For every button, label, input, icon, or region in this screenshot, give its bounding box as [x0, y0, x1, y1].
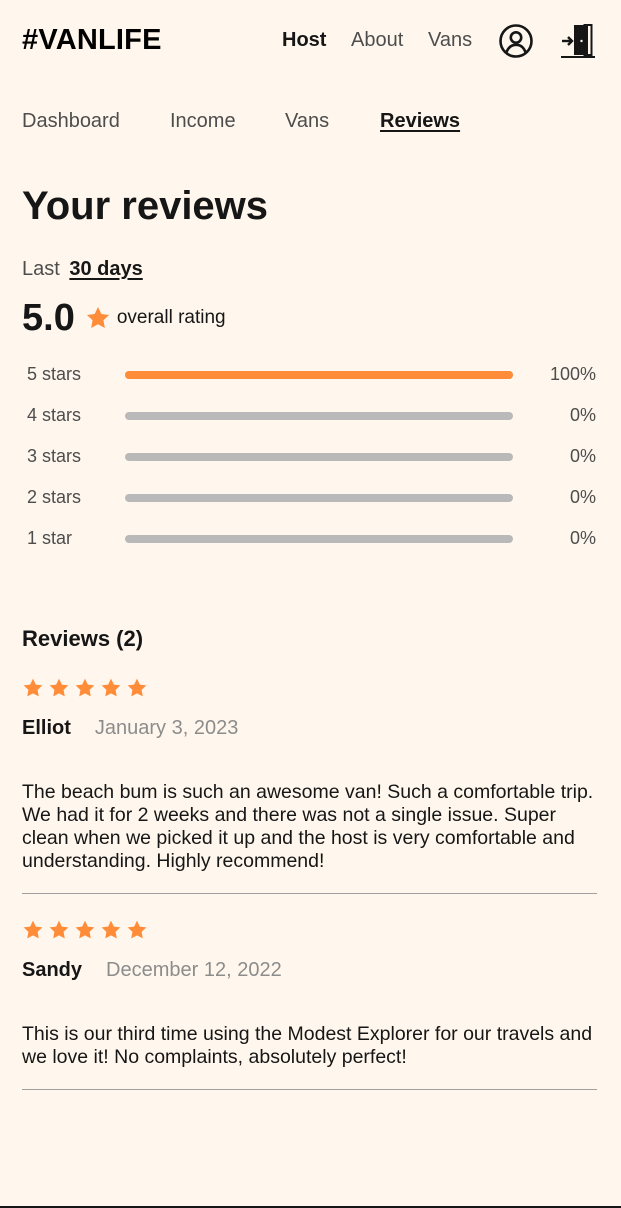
- review-divider: [22, 893, 597, 894]
- site-header: #VANLIFE Host About Vans: [0, 0, 621, 82]
- period-link[interactable]: 30 days: [69, 258, 142, 280]
- bar-label: 4 stars: [27, 405, 82, 425]
- star-icon: [101, 920, 121, 939]
- bar-label: 5 stars: [27, 364, 82, 384]
- nav-host-link[interactable]: Host: [282, 29, 326, 52]
- subnav-reviews-link[interactable]: Reviews: [380, 110, 460, 133]
- bar-label: 1 star: [27, 528, 73, 548]
- review-stars: [22, 677, 597, 701]
- bar-percent: 100%: [549, 364, 596, 384]
- page: #VANLIFE Host About Vans Dashboard Incom…: [0, 0, 621, 1208]
- bar-fill: [125, 371, 513, 379]
- subnav-income-link[interactable]: Income: [170, 110, 236, 133]
- bar-track: [125, 494, 513, 502]
- star-icon: [23, 920, 43, 939]
- subnav-vans-link[interactable]: Vans: [285, 110, 329, 133]
- star-icon: [49, 920, 69, 939]
- bar-track: [125, 412, 513, 420]
- user-circle-icon[interactable]: [498, 23, 534, 59]
- nav-vans-link[interactable]: Vans: [428, 29, 472, 52]
- bar-percent: 0%: [569, 405, 596, 425]
- star-icon: [85, 305, 111, 331]
- review-date: January 3, 2023: [94, 717, 239, 739]
- star-icon: [75, 920, 95, 939]
- rating-bar-row: 1 star 0%: [0, 524, 621, 565]
- bar-track: [125, 371, 513, 379]
- bar-track: [125, 535, 513, 543]
- review-item: Elliot January 3, 2023 The beach bum is …: [22, 677, 597, 873]
- star-icon: [75, 678, 95, 697]
- bar-percent: 0%: [569, 446, 596, 466]
- star-icon: [127, 678, 147, 697]
- page-title: Your reviews: [22, 184, 269, 228]
- review-divider: [22, 1089, 597, 1090]
- rating-bar-row: 4 stars 0%: [0, 401, 621, 442]
- review-text: The beach bum is such an awesome van! Su…: [22, 781, 594, 872]
- review-meta: Sandy December 12, 2022: [22, 959, 597, 983]
- reviewer-name: Sandy: [22, 959, 83, 981]
- rating-bar-row: 3 stars 0%: [0, 442, 621, 483]
- rating-value: 5.0: [22, 296, 75, 339]
- rating-bar-row: 5 stars 100%: [0, 360, 621, 401]
- star-icon: [49, 678, 69, 697]
- rating-bar-row: 2 stars 0%: [0, 483, 621, 524]
- logout-door-icon[interactable]: [560, 22, 596, 60]
- subnav-dashboard-link[interactable]: Dashboard: [22, 110, 120, 133]
- bar-percent: 0%: [569, 528, 596, 548]
- rating-label: overall rating: [116, 307, 226, 328]
- rating-distribution: 5 stars 100% 4 stars 0% 3 stars 0% 2 sta…: [0, 360, 621, 565]
- star-icon: [101, 678, 121, 697]
- period-prefix: Last: [22, 258, 60, 280]
- reviews-heading: Reviews (2): [22, 626, 144, 651]
- bar-label: 2 stars: [27, 487, 82, 507]
- bar-percent: 0%: [569, 487, 596, 507]
- review-item: Sandy December 12, 2022 This is our thir…: [22, 919, 597, 1069]
- review-date: December 12, 2022: [106, 959, 282, 981]
- star-icon: [127, 920, 147, 939]
- review-text: This is our third time using the Modest …: [22, 1023, 593, 1068]
- nav-about-link[interactable]: About: [351, 29, 403, 52]
- star-icon: [23, 678, 43, 697]
- review-meta: Elliot January 3, 2023: [22, 717, 597, 741]
- reviewer-name: Elliot: [22, 717, 71, 739]
- overall-rating: 5.0 overall rating: [22, 294, 226, 342]
- review-stars: [22, 919, 597, 943]
- site-logo[interactable]: #VANLIFE: [22, 24, 162, 57]
- bar-label: 3 stars: [27, 446, 82, 466]
- period-filter: Last 30 days: [22, 258, 143, 281]
- bar-track: [125, 453, 513, 461]
